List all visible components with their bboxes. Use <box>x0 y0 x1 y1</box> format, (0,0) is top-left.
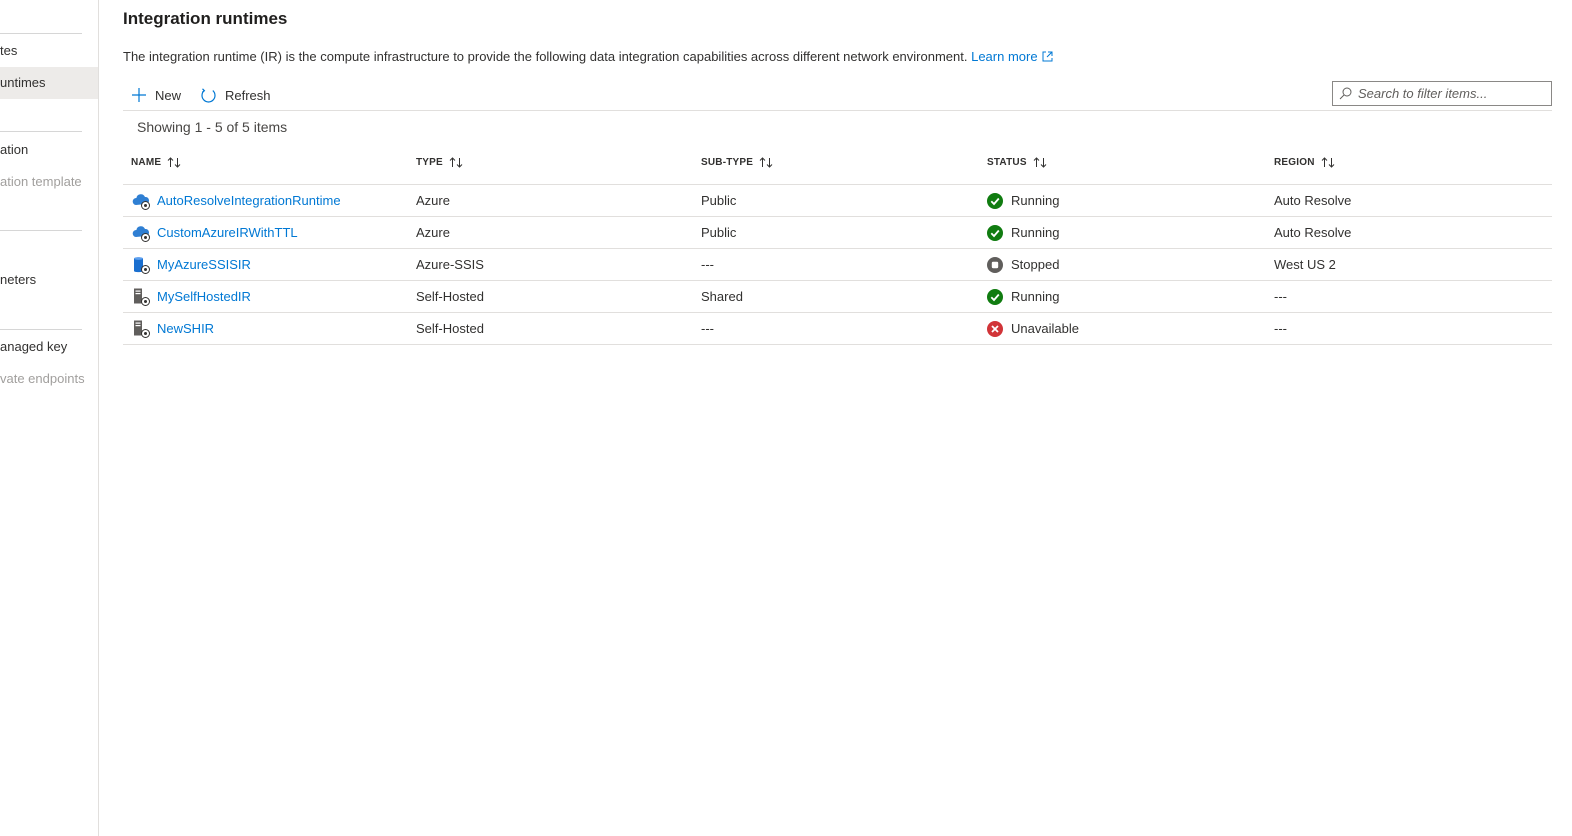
column-region-label: REGION <box>1274 157 1315 168</box>
cell-status: Running <box>987 185 1059 217</box>
ssis-database-icon <box>134 257 150 274</box>
cell-region: --- <box>1274 289 1287 304</box>
new-button-label: New <box>155 87 182 103</box>
column-subtype-label: SUB-TYPE <box>701 157 754 168</box>
sort-icon <box>759 157 773 168</box>
cell-status: Running <box>987 217 1059 249</box>
runtime-name-link[interactable]: AutoResolveIntegrationRuntime <box>157 185 341 217</box>
sort-icon <box>449 157 463 168</box>
nav-item-managed-private-endpoints: vate endpoints <box>0 371 85 386</box>
cell-name: AutoResolveIntegrationRuntime <box>131 185 341 217</box>
status-text: Running <box>1011 225 1060 240</box>
nav-item-git-configuration[interactable]: ation <box>0 134 98 166</box>
search-icon <box>1339 87 1352 100</box>
cell-subtype: --- <box>701 321 714 336</box>
cell-subtype: Public <box>701 225 737 240</box>
server-icon <box>134 288 150 306</box>
cell-subtype: Shared <box>701 289 743 304</box>
column-status-label: STATUS <box>987 157 1027 168</box>
cell-status: Stopped <box>987 249 1059 281</box>
sort-icon <box>1033 157 1047 168</box>
table-row[interactable]: CustomAzureIRWithTTL Azure Public Runnin… <box>123 217 1552 249</box>
error-circle-icon <box>987 321 1003 337</box>
nav-divider <box>0 33 82 34</box>
column-header-name[interactable]: NAME <box>131 157 181 168</box>
cell-subtype: --- <box>701 257 714 272</box>
learn-more-label: Learn more <box>971 49 1038 64</box>
nav-item-integration-runtimes[interactable]: untimes <box>0 67 98 99</box>
status-text: Running <box>1011 289 1060 304</box>
check-circle-icon <box>987 193 1003 209</box>
column-header-subtype[interactable]: SUB-TYPE <box>701 157 773 168</box>
nav-item-global-parameters[interactable]: neters <box>0 264 98 296</box>
column-header-type[interactable]: TYPE <box>416 157 463 168</box>
cell-region: Auto Resolve <box>1274 193 1352 208</box>
nav-divider <box>0 131 82 132</box>
cell-region: Auto Resolve <box>1274 225 1352 240</box>
nav-item-templates[interactable]: tes <box>0 35 98 67</box>
runtime-name-link[interactable]: NewSHIR <box>157 313 214 345</box>
nav-divider <box>0 329 82 330</box>
runtime-name-link[interactable]: CustomAzureIRWithTTL <box>157 217 298 249</box>
page-title: Integration runtimes <box>123 9 288 28</box>
check-circle-icon <box>987 289 1003 305</box>
new-button[interactable]: New <box>131 83 181 107</box>
nav-item-customer-managed-key[interactable]: anaged key <box>0 331 98 363</box>
status-text: Unavailable <box>1011 321 1079 336</box>
runtime-name-link[interactable]: MySelfHostedIR <box>157 281 251 313</box>
nav-divider <box>0 230 82 231</box>
learn-more-link[interactable]: Learn more <box>971 49 1053 64</box>
column-name-label: NAME <box>131 157 162 168</box>
table-row[interactable]: NewSHIR Self-Hosted --- Unavailable --- <box>123 313 1552 345</box>
runtime-name-link[interactable]: MyAzureSSISIR <box>157 249 251 281</box>
cell-subtype: Public <box>701 193 737 208</box>
command-bar: New Refresh <box>123 80 1552 111</box>
table-row[interactable]: MyAzureSSISIR Azure-SSIS --- Stopped Wes… <box>123 249 1552 281</box>
left-nav: tes untimes ation ation template neters … <box>0 0 99 836</box>
column-header-region[interactable]: REGION <box>1274 157 1335 168</box>
status-text: Stopped <box>1011 257 1060 272</box>
table-header: NAME TYPE SUB-TYPE STATUS REGION <box>123 145 1552 185</box>
refresh-button[interactable]: Refresh <box>200 83 271 107</box>
cell-region: West US 2 <box>1274 257 1336 272</box>
cell-region: --- <box>1274 321 1287 336</box>
sort-icon <box>1321 157 1335 168</box>
cell-type: Azure-SSIS <box>416 257 484 272</box>
runtimes-table: NAME TYPE SUB-TYPE STATUS REGION AutoRes… <box>123 145 1552 345</box>
page-description: The integration runtime (IR) is the comp… <box>123 49 1053 64</box>
cell-name: NewSHIR <box>131 313 214 345</box>
column-type-label: TYPE <box>416 157 443 168</box>
search-input[interactable] <box>1358 86 1538 101</box>
stop-circle-icon <box>987 257 1003 273</box>
column-header-status[interactable]: STATUS <box>987 157 1047 168</box>
cell-type: Azure <box>416 193 450 208</box>
external-link-icon <box>1042 51 1053 62</box>
refresh-button-label: Refresh <box>225 87 271 103</box>
cell-name: MyAzureSSISIR <box>131 249 251 281</box>
status-text: Running <box>1011 193 1060 208</box>
main-content: Integration runtimes The integration run… <box>123 0 1552 836</box>
cell-name: CustomAzureIRWithTTL <box>131 217 298 249</box>
cell-status: Running <box>987 281 1059 313</box>
azure-cloud-icon <box>132 194 150 210</box>
table-row[interactable]: MySelfHostedIR Self-Hosted Shared Runnin… <box>123 281 1552 313</box>
azure-cloud-icon <box>132 226 150 242</box>
table-row[interactable]: AutoResolveIntegrationRuntime Azure Publ… <box>123 185 1552 217</box>
cell-type: Self-Hosted <box>416 321 484 336</box>
description-text: The integration runtime (IR) is the comp… <box>123 49 968 64</box>
sort-icon <box>167 157 181 168</box>
refresh-icon <box>201 87 216 102</box>
cell-name: MySelfHostedIR <box>131 281 251 313</box>
cell-type: Azure <box>416 225 450 240</box>
search-box[interactable] <box>1332 81 1552 106</box>
check-circle-icon <box>987 225 1003 241</box>
plus-icon <box>132 88 146 102</box>
nav-item-arm-template: ation template <box>0 174 82 189</box>
cell-status: Unavailable <box>987 313 1079 345</box>
server-icon <box>134 320 150 338</box>
item-count: Showing 1 - 5 of 5 items <box>137 119 288 135</box>
cell-type: Self-Hosted <box>416 289 484 304</box>
